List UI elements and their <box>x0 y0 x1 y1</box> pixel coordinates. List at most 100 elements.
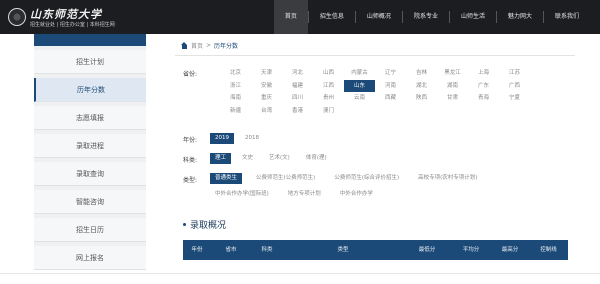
subject-option[interactable]: 文史 <box>237 153 258 164</box>
province-option[interactable]: 四川 <box>282 92 313 104</box>
table-column-header[interactable]: 最低分 <box>403 240 451 260</box>
breadcrumb-separator: > <box>206 42 212 49</box>
province-option[interactable]: 香港 <box>282 105 313 117</box>
province-option[interactable]: 宁夏 <box>499 92 530 104</box>
type-label: 类型: <box>183 177 198 184</box>
province-option[interactable]: 澳门 <box>313 105 344 117</box>
type-option[interactable]: 公费师范生(综合评价招生) <box>329 173 404 184</box>
province-option[interactable]: 贵州 <box>313 92 344 104</box>
province-option[interactable]: 福建 <box>282 80 313 92</box>
year-label: 年份: <box>183 137 198 144</box>
province-option[interactable]: 浙江 <box>220 80 251 92</box>
province-option[interactable]: 陕西 <box>406 92 437 104</box>
province-option[interactable]: 湖南 <box>437 80 468 92</box>
nav-item[interactable]: 院系专业 <box>403 0 449 34</box>
table-column-header[interactable]: 控制线 <box>529 240 568 260</box>
nav-item[interactable]: 魅力网大 <box>497 0 543 34</box>
province-option[interactable]: 山东 <box>344 79 375 92</box>
province-filter: 北京 天津 河北 山西 内蒙古 辽宁 吉林 黑龙江 上海 江苏浙江 安徽 福建 江西 山东 河南 湖北 湖南 广东… <box>220 67 530 117</box>
sidebar-item[interactable]: 录取查询 <box>34 162 146 186</box>
footer-divider <box>0 273 600 274</box>
province-option[interactable]: 天津 <box>251 67 282 79</box>
type-filter: 普通类生 公费师范生(公费师范生) 公费师范生(综合评价招生) 高校专项(农村专项计划… <box>210 173 555 200</box>
type-option[interactable]: 地方专项计划 <box>283 189 326 200</box>
province-option[interactable]: 黑龙江 <box>437 67 468 79</box>
province-option[interactable]: 江苏 <box>499 67 530 79</box>
sidebar-item[interactable]: 网上报名 <box>34 246 146 270</box>
logo-name: 山东师范大学 <box>30 7 102 21</box>
table-header: 年份 省市 科类 类型 最低分 平均分 最高分 控制线 <box>183 240 568 260</box>
sidebar-item[interactable]: 智能咨询 <box>34 190 146 214</box>
province-option[interactable]: 上海 <box>468 67 499 79</box>
type-option[interactable]: 普通类生 <box>210 173 243 184</box>
logo-subtitle: 招生就业处 | 招生办公室 | 本科招生网 <box>30 21 115 28</box>
province-option[interactable]: 甘肃 <box>437 92 468 104</box>
table-column-header[interactable]: 平均分 <box>451 240 491 260</box>
subject-label: 科类: <box>183 157 198 164</box>
top-bar: 山东师范大学 招生就业处 | 招生办公室 | 本科招生网 首页 招生信息 山师概况院… <box>0 0 600 34</box>
province-label: 省份: <box>183 71 198 78</box>
top-nav: 首页 招生信息 山师概况 院系专业 山师生活 魅力网大 联系我们 <box>273 0 590 34</box>
sidebar-item[interactable]: 历年分数 <box>34 78 146 102</box>
page: 山东师范大学 招生就业处 | 招生办公室 | 本科招生网 首页 招生信息 山师概况院… <box>0 0 600 284</box>
section-title: 录取概况 <box>183 218 226 231</box>
province-option[interactable]: 西藏 <box>375 92 406 104</box>
sidebar-item[interactable]: 招生计划 <box>34 50 146 74</box>
section-title-text: 录取概况 <box>190 221 227 231</box>
province-option[interactable]: 安徽 <box>251 80 282 92</box>
province-option[interactable]: 广西 <box>499 80 530 92</box>
nav-item[interactable]: 招生信息 <box>309 0 355 34</box>
province-option[interactable]: 台湾 <box>251 105 282 117</box>
province-option[interactable]: 江西 <box>313 80 344 92</box>
province-option[interactable]: 广东 <box>468 80 499 92</box>
breadcrumb: 首页 > 历年分数 <box>181 41 238 50</box>
year-option[interactable]: 2018 <box>240 133 264 144</box>
province-option[interactable]: 河北 <box>282 67 313 79</box>
bullet-icon <box>183 223 186 226</box>
table-column-header[interactable]: 类型 <box>283 240 403 260</box>
year-filter: 2019 2018 <box>210 133 264 144</box>
province-option[interactable]: 北京 <box>220 67 251 79</box>
province-option[interactable]: 山西 <box>313 67 344 79</box>
nav-item[interactable]: 联系我们 <box>544 0 590 34</box>
province-option[interactable]: 新疆 <box>220 105 251 117</box>
subject-option[interactable]: 艺术(文) <box>264 153 295 164</box>
subject-option[interactable]: 体育(理) <box>301 153 332 164</box>
sidebar-header <box>34 34 146 46</box>
table-column-header[interactable]: 科类 <box>251 240 283 260</box>
type-option[interactable]: 高校专项(农村专项计划) <box>413 173 482 184</box>
province-option[interactable]: 河南 <box>375 80 406 92</box>
nav-item[interactable]: 首页 <box>273 0 308 34</box>
breadcrumb-current: 历年分数 <box>214 43 239 50</box>
nav-item[interactable]: 山师生活 <box>450 0 496 34</box>
province-option[interactable]: 海南 <box>220 92 251 104</box>
sidebar-list: 招生计划历年分数志愿填报录取进程录取查询智能咨询招生日历网上报名 <box>34 50 146 270</box>
type-option[interactable]: 中外合作办学(国际班) <box>210 189 274 200</box>
province-option[interactable]: 青海 <box>468 92 499 104</box>
sidebar-item[interactable]: 录取进程 <box>34 134 146 158</box>
table-column-header[interactable]: 省市 <box>211 240 251 260</box>
province-option[interactable]: 内蒙古 <box>344 67 375 79</box>
province-option[interactable]: 云南 <box>344 92 375 104</box>
university-logo[interactable]: 山东师范大学 招生就业处 | 招生办公室 | 本科招生网 <box>8 6 115 28</box>
type-option[interactable]: 公费师范生(公费师范生) <box>251 173 320 184</box>
subject-option[interactable]: 理工 <box>210 153 232 164</box>
province-option[interactable]: 辽宁 <box>375 67 406 79</box>
breadcrumb-home[interactable]: 首页 <box>191 41 203 50</box>
type-option[interactable]: 中外合作办学 <box>335 189 378 200</box>
sidebar: 招生计划历年分数志愿填报录取进程录取查询智能咨询招生日历网上报名 <box>34 34 146 270</box>
divider <box>175 55 575 56</box>
university-seal-icon <box>8 8 26 26</box>
table-column-header[interactable]: 最高分 <box>491 240 529 260</box>
sidebar-item[interactable]: 招生日历 <box>34 218 146 242</box>
province-option[interactable]: 重庆 <box>251 92 282 104</box>
nav-item[interactable]: 山师概况 <box>356 0 402 34</box>
subject-filter: 理工 文史 艺术(文) 体育(理) <box>210 153 332 164</box>
main-content: 首页 > 历年分数 省份: 北京 天津 河北 山西 内蒙古 辽宁 吉林 黑龙江 上海 江苏浙江 安徽… <box>175 34 575 274</box>
sidebar-item[interactable]: 志愿填报 <box>34 106 146 130</box>
province-option[interactable]: 吉林 <box>406 67 437 79</box>
year-option[interactable]: 2019 <box>210 133 234 144</box>
province-option[interactable]: 湖北 <box>406 80 437 92</box>
table-column-header[interactable]: 年份 <box>183 240 211 260</box>
home-icon[interactable] <box>181 42 188 49</box>
